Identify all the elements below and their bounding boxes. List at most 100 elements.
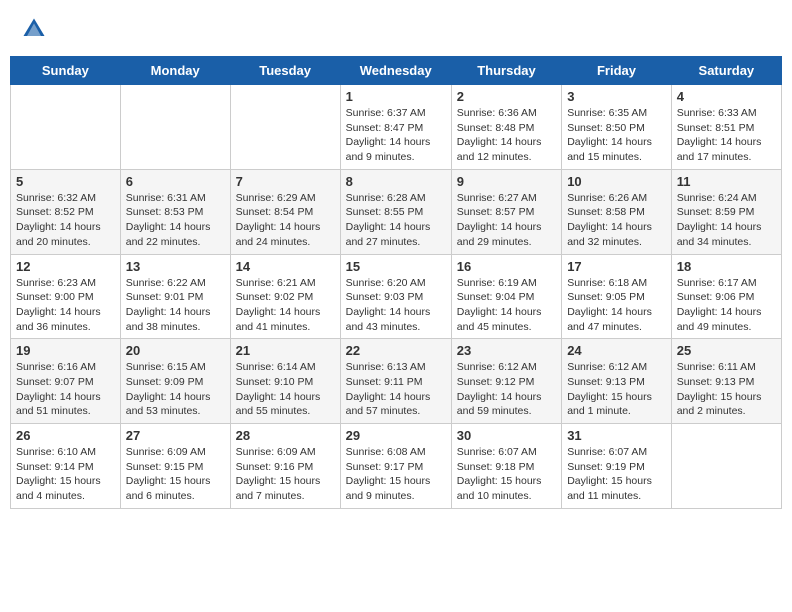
calendar-day-2: 2 Sunrise: 6:36 AM Sunset: 8:48 PM Daylig…: [451, 85, 561, 170]
calendar-week-4: 19Sunrise: 6:16 AM Sunset: 9:07 PM Dayli…: [11, 339, 782, 424]
day-number: 20: [126, 343, 225, 358]
empty-cell: [120, 85, 230, 170]
day-number: 28: [236, 428, 335, 443]
col-header-wednesday: Wednesday: [340, 57, 451, 85]
calendar-week-1: 1Sunrise: 6:37 AM Sunset: 8:47 PM Daylig…: [11, 85, 782, 170]
day-info: Sunrise: 6:27 AM Sunset: 8:57 PM Dayligh…: [457, 191, 556, 250]
col-header-saturday: Saturday: [671, 57, 781, 85]
calendar-day-20: 20 Sunrise: 6:15 AM Sunset: 9:09 PM Dayli…: [120, 339, 230, 424]
calendar-day-4: 4Sunrise: 6:33 AM Sunset: 8:51 PM Daylig…: [671, 85, 781, 170]
page-header: [10, 10, 782, 48]
calendar-day-6: 6 Sunrise: 6:31 AM Sunset: 8:53 PM Daylig…: [120, 169, 230, 254]
day-number: 7: [236, 174, 335, 189]
day-info: Sunrise: 6:10 AM Sunset: 9:14 PM Dayligh…: [16, 445, 115, 504]
calendar-day-1: 1Sunrise: 6:37 AM Sunset: 8:47 PM Daylig…: [340, 85, 451, 170]
day-info: Sunrise: 6:09 AM Sunset: 9:16 PM Dayligh…: [236, 445, 335, 504]
day-info: Sunrise: 6:31 AM Sunset: 8:53 PM Dayligh…: [126, 191, 225, 250]
day-number: 25: [677, 343, 776, 358]
day-info: Sunrise: 6:18 AM Sunset: 9:05 PM Dayligh…: [567, 276, 666, 335]
day-info: Sunrise: 6:26 AM Sunset: 8:58 PM Dayligh…: [567, 191, 666, 250]
calendar-day-17: 17 Sunrise: 6:18 AM Sunset: 9:05 PM Dayli…: [562, 254, 672, 339]
day-number: 27: [126, 428, 225, 443]
calendar-day-12: 12Sunrise: 6:23 AM Sunset: 9:00 PM Dayli…: [11, 254, 121, 339]
calendar-day-9: 9 Sunrise: 6:27 AM Sunset: 8:57 PM Daylig…: [451, 169, 561, 254]
calendar-day-15: 15Sunrise: 6:20 AM Sunset: 9:03 PM Dayli…: [340, 254, 451, 339]
calendar-header-row: SundayMondayTuesdayWednesdayThursdayFrid…: [11, 57, 782, 85]
day-info: Sunrise: 6:12 AM Sunset: 9:13 PM Dayligh…: [567, 360, 666, 419]
empty-cell: [11, 85, 121, 170]
col-header-tuesday: Tuesday: [230, 57, 340, 85]
calendar-day-11: 11Sunrise: 6:24 AM Sunset: 8:59 PM Dayli…: [671, 169, 781, 254]
calendar-day-29: 29Sunrise: 6:08 AM Sunset: 9:17 PM Dayli…: [340, 424, 451, 509]
day-number: 16: [457, 259, 556, 274]
day-info: Sunrise: 6:12 AM Sunset: 9:12 PM Dayligh…: [457, 360, 556, 419]
calendar-day-31: 31 Sunrise: 6:07 AM Sunset: 9:19 PM Dayli…: [562, 424, 672, 509]
day-info: Sunrise: 6:35 AM Sunset: 8:50 PM Dayligh…: [567, 106, 666, 165]
day-info: Sunrise: 6:19 AM Sunset: 9:04 PM Dayligh…: [457, 276, 556, 335]
calendar-day-30: 30 Sunrise: 6:07 AM Sunset: 9:18 PM Dayli…: [451, 424, 561, 509]
day-number: 18: [677, 259, 776, 274]
calendar-day-5: 5 Sunrise: 6:32 AM Sunset: 8:52 PM Daylig…: [11, 169, 121, 254]
day-number: 3: [567, 89, 666, 104]
day-number: 13: [126, 259, 225, 274]
day-info: Sunrise: 6:11 AM Sunset: 9:13 PM Dayligh…: [677, 360, 776, 419]
day-info: Sunrise: 6:36 AM Sunset: 8:48 PM Dayligh…: [457, 106, 556, 165]
day-info: Sunrise: 6:07 AM Sunset: 9:18 PM Dayligh…: [457, 445, 556, 504]
day-info: Sunrise: 6:08 AM Sunset: 9:17 PM Dayligh…: [346, 445, 446, 504]
day-number: 14: [236, 259, 335, 274]
calendar-day-19: 19Sunrise: 6:16 AM Sunset: 9:07 PM Dayli…: [11, 339, 121, 424]
day-number: 30: [457, 428, 556, 443]
day-info: Sunrise: 6:07 AM Sunset: 9:19 PM Dayligh…: [567, 445, 666, 504]
day-number: 4: [677, 89, 776, 104]
calendar-day-27: 27 Sunrise: 6:09 AM Sunset: 9:15 PM Dayli…: [120, 424, 230, 509]
calendar-day-24: 24 Sunrise: 6:12 AM Sunset: 9:13 PM Dayli…: [562, 339, 672, 424]
col-header-friday: Friday: [562, 57, 672, 85]
day-number: 23: [457, 343, 556, 358]
calendar-day-8: 8Sunrise: 6:28 AM Sunset: 8:55 PM Daylig…: [340, 169, 451, 254]
day-info: Sunrise: 6:24 AM Sunset: 8:59 PM Dayligh…: [677, 191, 776, 250]
calendar-week-3: 12Sunrise: 6:23 AM Sunset: 9:00 PM Dayli…: [11, 254, 782, 339]
col-header-sunday: Sunday: [11, 57, 121, 85]
calendar-week-5: 26 Sunrise: 6:10 AM Sunset: 9:14 PM Dayli…: [11, 424, 782, 509]
calendar-day-28: 28 Sunrise: 6:09 AM Sunset: 9:16 PM Dayli…: [230, 424, 340, 509]
calendar-table: SundayMondayTuesdayWednesdayThursdayFrid…: [10, 56, 782, 509]
calendar-day-23: 23 Sunrise: 6:12 AM Sunset: 9:12 PM Dayli…: [451, 339, 561, 424]
day-number: 17: [567, 259, 666, 274]
day-number: 31: [567, 428, 666, 443]
day-number: 22: [346, 343, 446, 358]
calendar-day-13: 13 Sunrise: 6:22 AM Sunset: 9:01 PM Dayli…: [120, 254, 230, 339]
calendar-day-10: 10Sunrise: 6:26 AM Sunset: 8:58 PM Dayli…: [562, 169, 672, 254]
day-info: Sunrise: 6:22 AM Sunset: 9:01 PM Dayligh…: [126, 276, 225, 335]
col-header-monday: Monday: [120, 57, 230, 85]
logo-icon: [20, 15, 48, 43]
calendar-day-18: 18 Sunrise: 6:17 AM Sunset: 9:06 PM Dayli…: [671, 254, 781, 339]
empty-cell: [671, 424, 781, 509]
day-number: 5: [16, 174, 115, 189]
calendar-day-26: 26 Sunrise: 6:10 AM Sunset: 9:14 PM Dayli…: [11, 424, 121, 509]
day-number: 6: [126, 174, 225, 189]
day-number: 26: [16, 428, 115, 443]
day-info: Sunrise: 6:32 AM Sunset: 8:52 PM Dayligh…: [16, 191, 115, 250]
day-number: 12: [16, 259, 115, 274]
empty-cell: [230, 85, 340, 170]
day-info: Sunrise: 6:09 AM Sunset: 9:15 PM Dayligh…: [126, 445, 225, 504]
day-info: Sunrise: 6:21 AM Sunset: 9:02 PM Dayligh…: [236, 276, 335, 335]
logo: [20, 15, 52, 43]
day-info: Sunrise: 6:29 AM Sunset: 8:54 PM Dayligh…: [236, 191, 335, 250]
day-number: 9: [457, 174, 556, 189]
col-header-thursday: Thursday: [451, 57, 561, 85]
calendar-day-25: 25 Sunrise: 6:11 AM Sunset: 9:13 PM Dayli…: [671, 339, 781, 424]
calendar-week-2: 5 Sunrise: 6:32 AM Sunset: 8:52 PM Daylig…: [11, 169, 782, 254]
day-info: Sunrise: 6:28 AM Sunset: 8:55 PM Dayligh…: [346, 191, 446, 250]
day-number: 2: [457, 89, 556, 104]
calendar-day-16: 16 Sunrise: 6:19 AM Sunset: 9:04 PM Dayli…: [451, 254, 561, 339]
day-number: 15: [346, 259, 446, 274]
day-info: Sunrise: 6:16 AM Sunset: 9:07 PM Dayligh…: [16, 360, 115, 419]
day-info: Sunrise: 6:37 AM Sunset: 8:47 PM Dayligh…: [346, 106, 446, 165]
day-info: Sunrise: 6:17 AM Sunset: 9:06 PM Dayligh…: [677, 276, 776, 335]
day-info: Sunrise: 6:15 AM Sunset: 9:09 PM Dayligh…: [126, 360, 225, 419]
day-number: 24: [567, 343, 666, 358]
day-info: Sunrise: 6:14 AM Sunset: 9:10 PM Dayligh…: [236, 360, 335, 419]
calendar-day-21: 21 Sunrise: 6:14 AM Sunset: 9:10 PM Dayli…: [230, 339, 340, 424]
day-number: 21: [236, 343, 335, 358]
